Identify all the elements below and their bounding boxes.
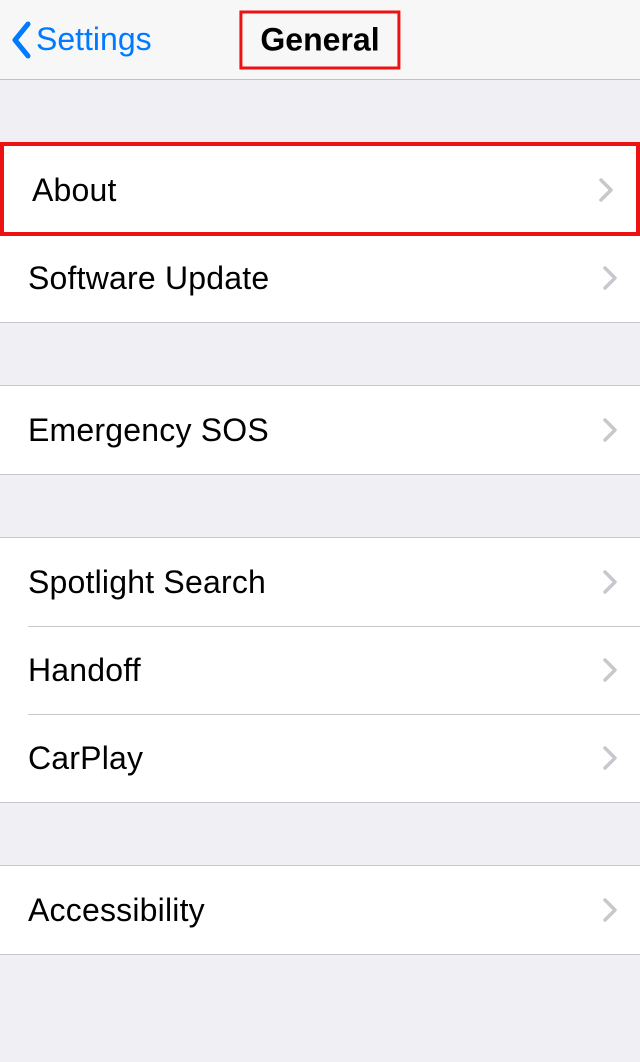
settings-group: Software Update (0, 234, 640, 323)
chevron-left-icon (10, 21, 32, 59)
back-button[interactable]: Settings (0, 21, 152, 59)
settings-group: About (0, 142, 640, 234)
row-software-update[interactable]: Software Update (0, 234, 640, 322)
row-label: Accessibility (28, 892, 205, 929)
page-title-wrap: General (239, 10, 400, 69)
back-label: Settings (36, 21, 152, 58)
row-accessibility[interactable]: Accessibility (0, 866, 640, 954)
settings-group: Spotlight Search Handoff CarPlay (0, 537, 640, 803)
chevron-right-icon (602, 745, 618, 771)
settings-group: Emergency SOS (0, 385, 640, 475)
row-handoff[interactable]: Handoff (0, 626, 640, 714)
chevron-right-icon (602, 897, 618, 923)
navbar: Settings General (0, 0, 640, 80)
chevron-right-icon (602, 657, 618, 683)
page-title: General (260, 21, 379, 58)
row-label: About (32, 172, 117, 209)
chevron-right-icon (602, 417, 618, 443)
chevron-right-icon (602, 265, 618, 291)
row-spotlight-search[interactable]: Spotlight Search (0, 538, 640, 626)
settings-group: Accessibility (0, 865, 640, 955)
row-emergency-sos[interactable]: Emergency SOS (0, 386, 640, 474)
row-label: Software Update (28, 260, 269, 297)
row-label: Handoff (28, 652, 141, 689)
row-label: CarPlay (28, 740, 143, 777)
row-label: Spotlight Search (28, 564, 266, 601)
title-highlight-box: General (239, 10, 400, 69)
chevron-right-icon (598, 177, 614, 203)
row-about[interactable]: About (4, 146, 636, 234)
chevron-right-icon (602, 569, 618, 595)
row-label: Emergency SOS (28, 412, 269, 449)
row-carplay[interactable]: CarPlay (0, 714, 640, 802)
